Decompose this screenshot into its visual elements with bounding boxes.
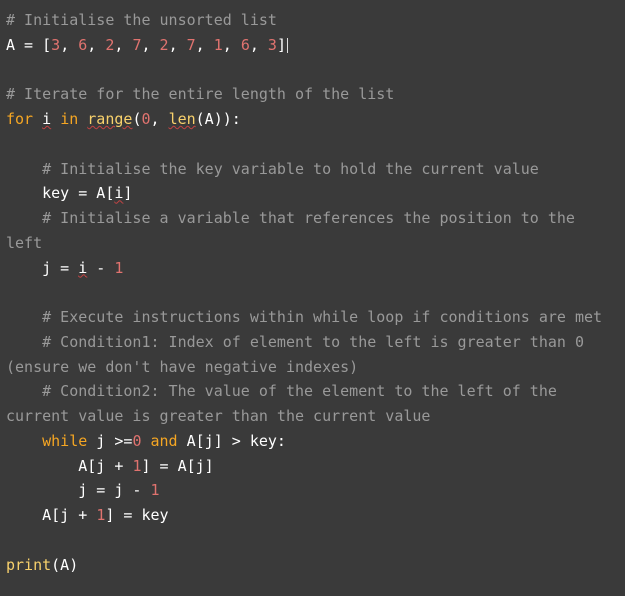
keyword-in: in — [60, 110, 78, 128]
comment-line: # Initialise the unsorted list — [6, 11, 277, 29]
keyword-and: and — [151, 432, 178, 450]
keyword-for: for — [6, 110, 33, 128]
comment-line: # Initialise the key variable to hold th… — [6, 160, 539, 178]
text-cursor — [287, 38, 288, 53]
code-text: A = [ — [6, 36, 51, 54]
code-editor: # Initialise the unsorted list A = [3, 6… — [0, 0, 625, 585]
comment-line: # Iterate for the entire length of the l… — [6, 85, 394, 103]
builtin-len: len — [169, 110, 196, 128]
comment-line: # Execute instructions within while loop… — [6, 308, 602, 326]
builtin-print: print — [6, 556, 51, 574]
identifier: i — [42, 110, 51, 128]
builtin-range: range — [87, 110, 132, 128]
comment-line: # Condition1: Index of element to the le… — [6, 333, 593, 376]
keyword-while: while — [42, 432, 87, 450]
number-literal: 3 — [51, 36, 60, 54]
comment-line: # Initialise a variable that references … — [6, 209, 584, 252]
comment-line: # Condition2: The value of the element t… — [6, 382, 566, 425]
